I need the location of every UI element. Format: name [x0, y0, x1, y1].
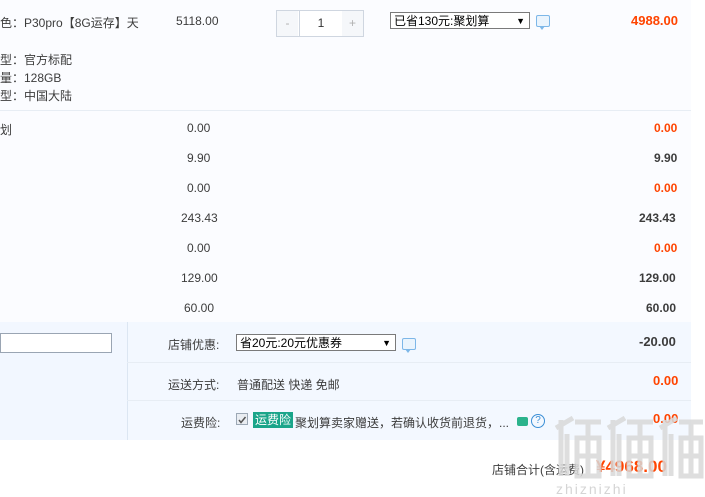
store-row-divider [127, 362, 691, 363]
addon-price: 243.43 [181, 211, 218, 225]
store-discount-value: -20.00 [639, 334, 676, 349]
item-subtotal: 4988.00 [631, 13, 678, 28]
addon-subtotal: 243.43 [639, 211, 676, 225]
watermark-logo: zhiznizhi [554, 415, 704, 497]
dropdown-arrow-icon: ▼ [382, 338, 391, 348]
addon-subtotal: 129.00 [639, 271, 676, 285]
message-icon[interactable] [536, 15, 550, 30]
addon-price: 0.00 [187, 181, 211, 195]
shipping-cost: 0.00 [653, 373, 679, 388]
insurance-checkbox[interactable] [236, 413, 248, 425]
promotion-select[interactable]: 已省130元:聚划算 ▼ [390, 12, 530, 29]
addon-price: 129.00 [181, 271, 218, 285]
addon-price: 60.00 [184, 301, 215, 315]
quantity-stepper: - 1 + [276, 10, 364, 37]
insurance-description: 聚划算卖家赠送，若确认收货前退货，... [295, 416, 510, 430]
checkmark-icon [238, 416, 247, 424]
help-icon[interactable]: ? [531, 414, 545, 428]
product-spec-package: 型：官方标配 [0, 53, 73, 67]
shipping-method: 普通配送 快递 免邮 [237, 378, 340, 392]
addon-subtotal: 0.00 [654, 121, 678, 135]
promotion-select-value: 已省130元:聚划算 [394, 14, 490, 28]
row-divider [0, 110, 691, 111]
product-spec-storage: 量：128GB [0, 71, 62, 85]
store-row-divider [127, 400, 691, 401]
addon-price: 9.90 [187, 151, 211, 165]
store-vertical-divider [127, 322, 128, 440]
store-discount-label: 店铺优惠: [168, 338, 220, 352]
product-spec-region: 型：中国大陆 [0, 89, 73, 103]
insurance-label: 运费险: [181, 416, 221, 430]
addon-subtotal: 0.00 [654, 241, 678, 255]
addon-label: 划 [0, 123, 13, 137]
product-title[interactable]: 色：P30pro【8G运存】天 [0, 14, 139, 31]
addon-price: 0.00 [187, 121, 211, 135]
shipping-label: 运送方式: [168, 378, 220, 392]
svg-text:zhiznizhi: zhiznizhi [556, 481, 628, 497]
store-discount-select-value: 省20元:20元优惠券 [240, 336, 343, 350]
addon-subtotal: 60.00 [646, 301, 677, 315]
buyer-message-input[interactable] [0, 333, 112, 353]
chat-icon[interactable] [517, 417, 528, 426]
increase-quantity-button[interactable]: + [342, 11, 363, 36]
store-discount-select[interactable]: 省20元:20元优惠券 ▼ [236, 334, 396, 351]
dropdown-arrow-icon: ▼ [516, 16, 525, 26]
insurance-badge: 运费险 [253, 412, 294, 428]
message-icon[interactable] [402, 338, 416, 353]
addon-subtotal: 9.90 [654, 151, 678, 165]
quantity-input[interactable]: 1 [299, 11, 343, 36]
addon-subtotal: 0.00 [654, 181, 678, 195]
addon-price: 0.00 [187, 241, 211, 255]
unit-price: 5118.00 [176, 14, 219, 28]
decrease-quantity-button[interactable]: - [277, 11, 298, 36]
